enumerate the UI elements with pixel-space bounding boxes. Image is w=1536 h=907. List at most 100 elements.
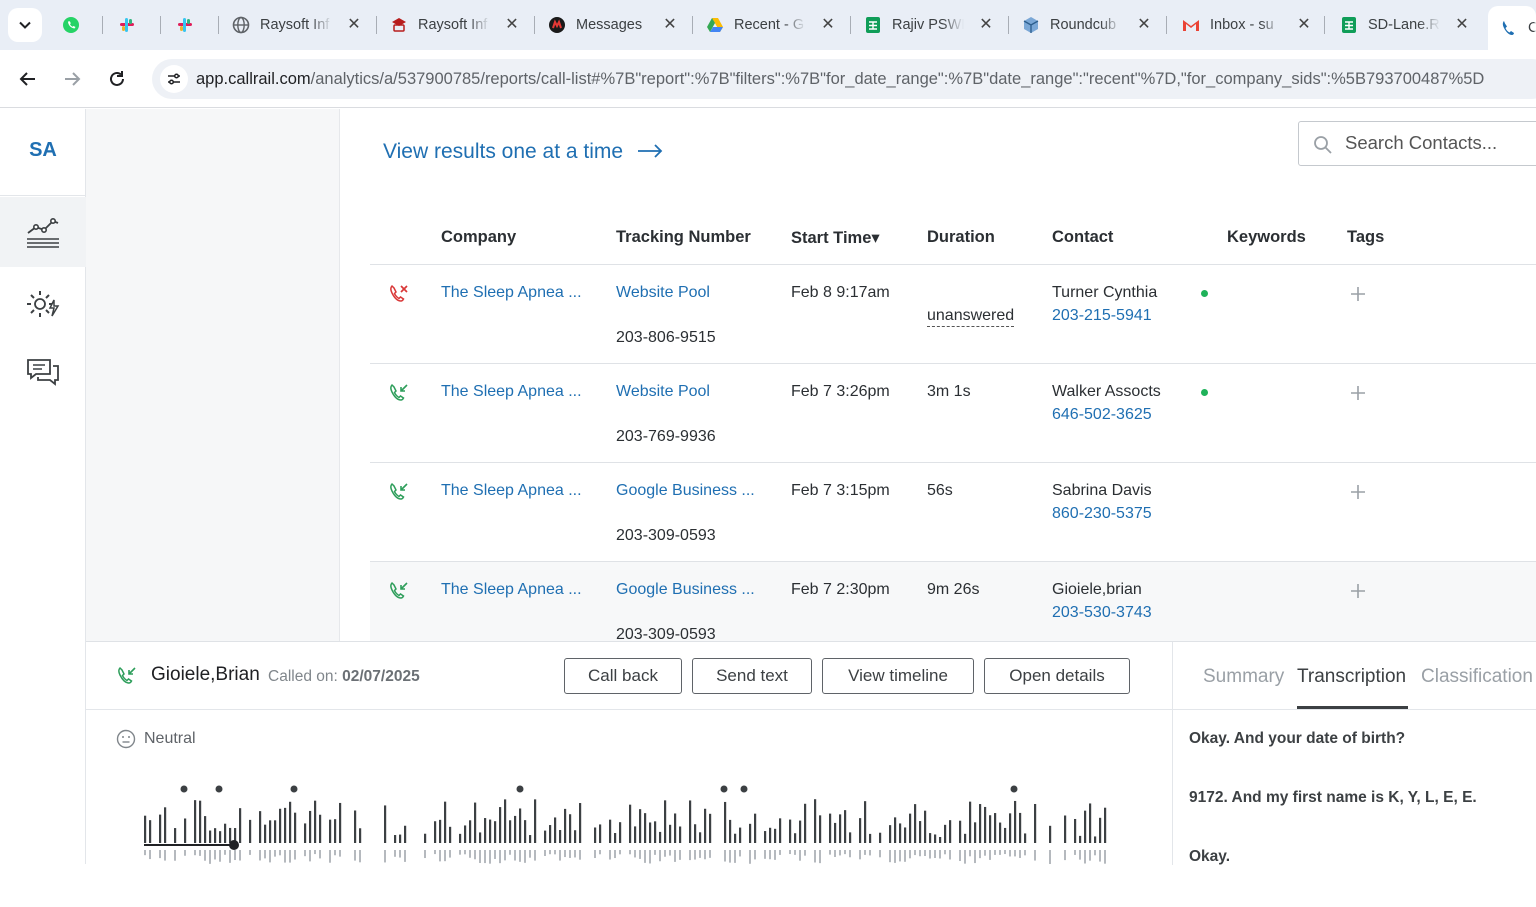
search-input[interactable]	[1345, 132, 1536, 154]
back-button[interactable]	[13, 64, 43, 94]
col-duration[interactable]: Duration	[927, 228, 995, 247]
tab-roundcube[interactable]: Roundcub ✕	[1010, 8, 1162, 42]
rail-item-conversations[interactable]	[0, 337, 86, 407]
col-tracking-number[interactable]: Tracking Number	[616, 228, 751, 247]
waveform-bar	[329, 850, 331, 863]
tab-raysoft-1[interactable]: Raysoft Inf ✕	[220, 8, 372, 42]
waveform-bar	[1099, 817, 1102, 843]
close-icon[interactable]: ✕	[820, 17, 836, 33]
close-icon[interactable]: ✕	[504, 17, 520, 33]
close-icon[interactable]: ✕	[662, 17, 678, 33]
contact-phone[interactable]: 203-530-3743	[1052, 604, 1152, 622]
company-link[interactable]: The Sleep Apnea ...	[441, 581, 582, 599]
tab-whatsapp[interactable]	[50, 8, 98, 42]
account-logo[interactable]: SA	[0, 139, 86, 162]
rail-item-settings[interactable]	[0, 269, 86, 339]
site-info-button[interactable]	[160, 65, 188, 93]
waveform-bar	[459, 833, 462, 843]
tab-slack-2[interactable]	[164, 8, 212, 42]
forward-button[interactable]	[57, 64, 87, 94]
waveform-bar	[859, 818, 862, 843]
company-link[interactable]: The Sleep Apnea ...	[441, 482, 582, 500]
add-tag-icon[interactable]	[1348, 482, 1368, 502]
waveform-bar	[1094, 850, 1096, 856]
table-row[interactable]: The Sleep Apnea ... Website Pool 203-769…	[370, 363, 1536, 462]
tab-transcription[interactable]: Transcription	[1297, 666, 1406, 688]
add-tag-icon[interactable]	[1348, 581, 1368, 601]
waveform-bar	[264, 850, 266, 859]
source-link[interactable]: Website Pool	[616, 284, 710, 302]
table-row[interactable]: The Sleep Apnea ... Website Pool 203-806…	[370, 264, 1536, 363]
tab-classification[interactable]: Classification	[1421, 666, 1533, 688]
waveform-bar	[569, 850, 571, 858]
waveform-bar	[934, 834, 937, 843]
view-one-at-a-time-link[interactable]: View results one at a time	[383, 140, 663, 164]
tab-sd-lane-sheet[interactable]: SD-Lane.R ✕	[1328, 8, 1480, 42]
tab-slack-1[interactable]	[106, 8, 154, 42]
company-link[interactable]: The Sleep Apnea ...	[441, 284, 582, 302]
call-back-button[interactable]: Call back	[564, 658, 682, 694]
playhead-handle[interactable]	[229, 840, 239, 850]
speaker-marker[interactable]	[516, 785, 524, 793]
close-icon[interactable]: ✕	[346, 17, 362, 33]
source-link[interactable]: Website Pool	[616, 383, 710, 401]
tab-rajiv-sheet[interactable]: Rajiv PSWF ✕	[852, 8, 1004, 42]
waveform-bar	[519, 850, 521, 862]
add-tag-icon[interactable]	[1348, 383, 1368, 403]
waveform-bar	[764, 831, 767, 843]
waveform-bar	[774, 850, 776, 860]
col-contact[interactable]: Contact	[1052, 228, 1113, 247]
waveform-bar	[199, 850, 201, 856]
waveform-bar	[789, 850, 791, 855]
speaker-marker[interactable]	[215, 785, 223, 793]
waveform-bar	[494, 821, 497, 843]
tab-raysoft-2[interactable]: Raysoft Inf ✕	[378, 8, 530, 42]
tab-callrail-active[interactable]: C	[1488, 6, 1536, 50]
tab-google-drive[interactable]: Recent - G ✕	[694, 8, 846, 42]
source-link[interactable]: Google Business ...	[616, 482, 755, 500]
waveform-bar	[499, 807, 502, 843]
open-details-button[interactable]: Open details	[984, 658, 1130, 694]
col-keywords[interactable]: Keywords	[1227, 228, 1306, 247]
speaker-marker[interactable]	[290, 785, 298, 793]
col-company[interactable]: Company	[441, 228, 516, 247]
rail-item-analytics[interactable]	[0, 197, 86, 267]
col-tags[interactable]: Tags	[1347, 228, 1384, 247]
waveform-bar	[984, 850, 986, 856]
close-icon[interactable]: ✕	[1136, 17, 1152, 33]
company-link[interactable]: The Sleep Apnea ...	[441, 383, 582, 401]
waveform-bar	[729, 819, 732, 843]
view-timeline-button[interactable]: View timeline	[822, 658, 974, 694]
add-tag-icon[interactable]	[1348, 284, 1368, 304]
close-icon[interactable]: ✕	[1296, 17, 1312, 33]
duration[interactable]: unanswered	[927, 307, 1015, 327]
send-text-button[interactable]: Send text	[692, 658, 812, 694]
contact-phone[interactable]: 646-502-3625	[1052, 406, 1152, 424]
tab-search-button[interactable]	[8, 8, 42, 42]
audio-waveform[interactable]	[144, 782, 1114, 865]
close-icon[interactable]: ✕	[978, 17, 994, 33]
waveform-bar	[594, 827, 597, 843]
speaker-marker[interactable]	[740, 785, 748, 793]
table-row[interactable]: The Sleep Apnea ... Google Business ... …	[370, 561, 1536, 641]
contact-phone[interactable]: 860-230-5375	[1052, 505, 1152, 523]
tab-summary[interactable]: Summary	[1203, 666, 1284, 688]
speaker-marker[interactable]	[180, 785, 188, 793]
waveform-bar	[844, 810, 847, 843]
reload-button[interactable]	[102, 64, 132, 94]
tab-messages[interactable]: Messages ✕	[536, 8, 688, 42]
table-row[interactable]: The Sleep Apnea ... Google Business ... …	[370, 462, 1536, 561]
speaker-marker[interactable]	[1010, 785, 1018, 793]
source-link[interactable]: Google Business ...	[616, 581, 755, 599]
close-icon[interactable]: ✕	[1454, 17, 1470, 33]
address-bar[interactable]: app.callrail.com/analytics/a/537900785/r…	[152, 59, 1536, 99]
speaker-marker[interactable]	[720, 785, 728, 793]
call-header: Gioiele,Brian Called on: 02/07/2025 Call…	[86, 642, 1173, 710]
tab-gmail[interactable]: Inbox - su ✕	[1170, 8, 1322, 42]
contact-phone[interactable]: 203-215-5941	[1052, 307, 1152, 325]
waveform-bar	[869, 850, 871, 856]
waveform-bar	[1019, 812, 1022, 843]
waveform-bar	[384, 805, 387, 843]
col-start-time[interactable]: Start Time▾	[791, 228, 880, 248]
waveform-bar	[284, 807, 287, 843]
